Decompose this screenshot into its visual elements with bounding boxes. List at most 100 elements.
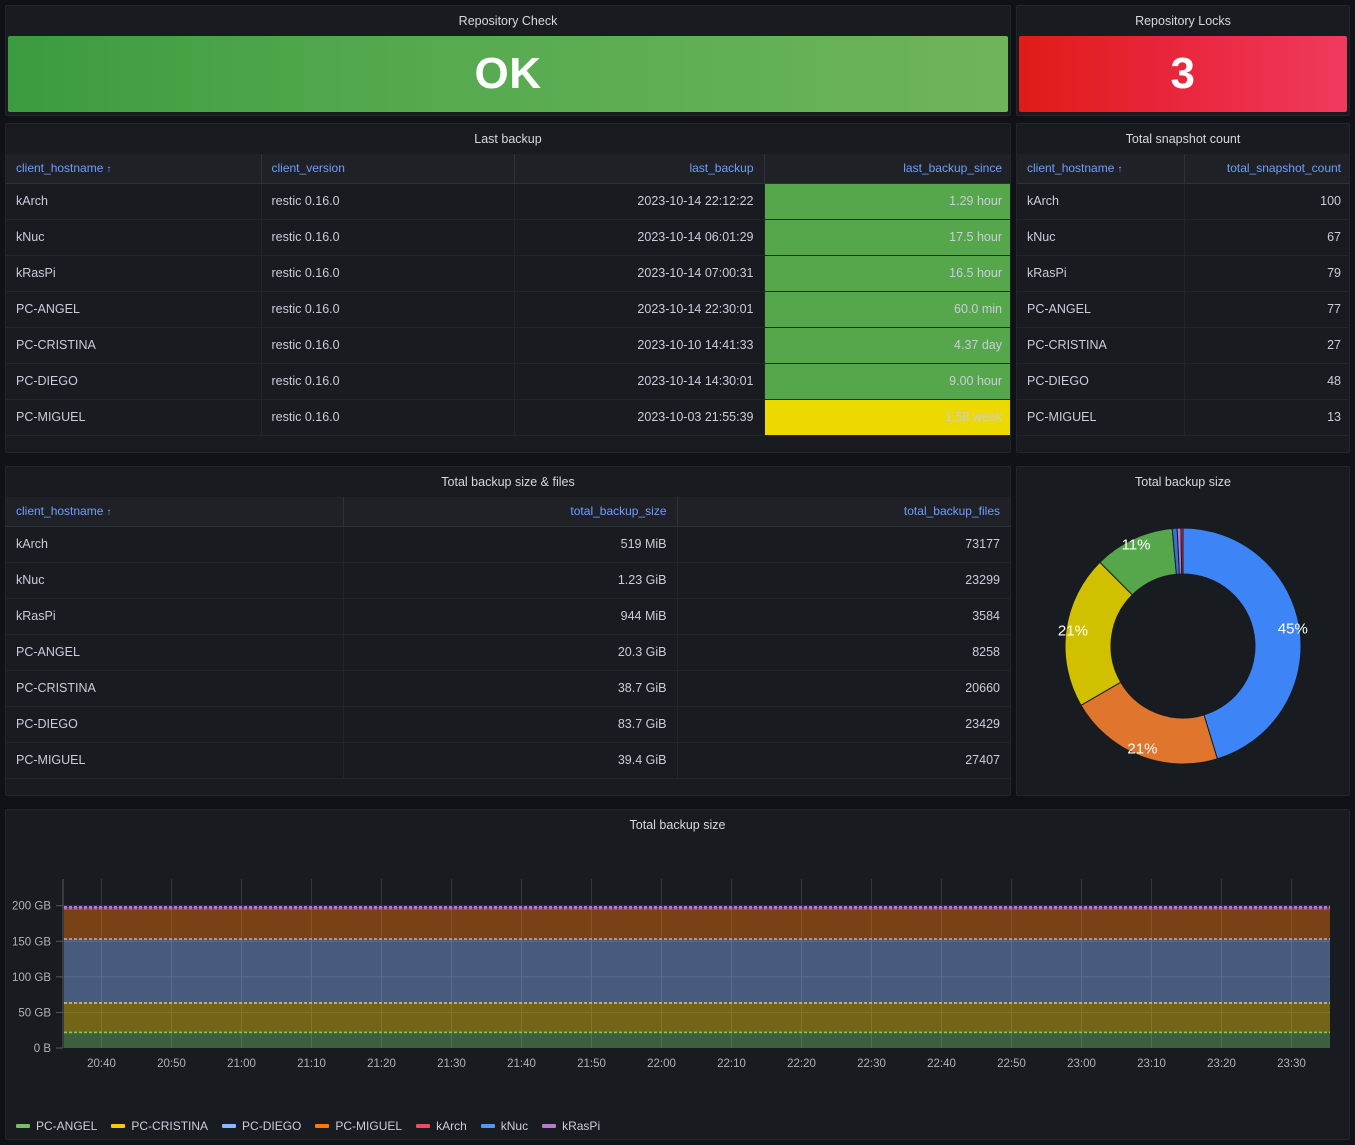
cell-client-version: restic 0.16.0 <box>261 219 515 256</box>
cell-total-backup-size: 38.7 GiB <box>343 670 678 707</box>
table-row: PC-CRISTINA 27 <box>1017 327 1349 364</box>
donut-label-pc-angel: 11% <box>1122 536 1151 553</box>
cell-last-backup: 2023-10-14 06:01:29 <box>514 219 765 256</box>
panel-total-backup-size-timeseries[interactable]: Total backup size 20:40 20:50 21:00 21:10 21… <box>5 809 1350 1140</box>
y-axis-tick-label: 150 GB <box>12 936 51 948</box>
legend-item-karch[interactable]: kArch <box>416 1119 467 1133</box>
cell-total-snapshot-count: 77 <box>1184 291 1349 328</box>
repository-check-stat[interactable]: OK <box>8 36 1008 112</box>
total-backup-size-stacked-area-chart[interactable]: 20:40 20:50 21:00 21:10 21:20 21:30 21:40 21:50… <box>6 840 1349 1108</box>
donut-chart-container: 45% 21% 21% 11% <box>1017 497 1349 795</box>
panel-title-repository-check: Repository Check <box>458 14 558 28</box>
x-axis-tick-label: 23:10 <box>1137 1058 1166 1070</box>
grafana-dashboard: Repository Check OK Repository Locks 3 L… <box>0 0 1355 1145</box>
table-row: kNuc 1.23 GiB 23299 <box>6 562 1010 599</box>
column-header-client-hostname[interactable]: client_hostname ↑ <box>6 497 344 527</box>
cell-client-hostname: PC-DIEGO <box>6 706 344 743</box>
panel-total-backup-size-files[interactable]: Total backup size & files client_hostnam… <box>5 466 1011 796</box>
timeseries-legend: PC-ANGEL PC-CRISTINA PC-DIEGO PC-MIGUEL kArc… <box>16 1119 614 1133</box>
legend-item-pc-cristina[interactable]: PC-CRISTINA <box>111 1119 208 1133</box>
column-header-last-backup-since[interactable]: last_backup_since <box>764 154 1010 184</box>
table-row: PC-CRISTINA 38.7 GiB 20660 <box>6 670 1010 707</box>
table-row: PC-MIGUEL 13 <box>1017 399 1349 436</box>
cell-client-hostname: PC-ANGEL <box>1017 291 1185 328</box>
legend-label: PC-DIEGO <box>242 1119 302 1133</box>
legend-item-kraspi[interactable]: kRasPi <box>542 1119 600 1133</box>
column-label: client_hostname <box>1027 161 1115 176</box>
x-axis-tick-label: 20:50 <box>157 1058 186 1070</box>
table-row: PC-DIEGO 48 <box>1017 363 1349 400</box>
cell-last-backup: 2023-10-14 14:30:01 <box>514 363 765 400</box>
last-backup-table: client_hostname ↑ client_version last_bac… <box>6 154 1010 452</box>
x-axis-tick-label: 20:40 <box>87 1058 116 1070</box>
panel-title-repository-locks: Repository Locks <box>1135 14 1231 28</box>
legend-label: kArch <box>436 1119 467 1133</box>
cell-last-backup-since: 9.00 hour <box>764 363 1010 400</box>
cell-client-hostname: PC-CRISTINA <box>6 670 344 707</box>
panel-total-snapshot-count[interactable]: Total snapshot count client_hostname ↑ to… <box>1016 123 1350 453</box>
cell-total-backup-size: 519 MiB <box>343 526 678 563</box>
backup-size-files-table: client_hostname ↑ total_backup_size total… <box>6 497 1010 795</box>
x-axis-tick-label: 23:20 <box>1207 1058 1236 1070</box>
legend-swatch-icon <box>416 1124 431 1128</box>
table-header-row: client_hostname ↑ total_backup_size total… <box>6 497 1010 527</box>
x-axis-tick-label: 22:00 <box>647 1058 676 1070</box>
panel-repository-locks[interactable]: Repository Locks 3 <box>1016 5 1350 116</box>
cell-total-backup-files: 23299 <box>677 562 1010 599</box>
column-header-client-hostname[interactable]: client_hostname ↑ <box>6 154 262 184</box>
column-header-total-backup-files[interactable]: total_backup_files <box>677 497 1010 527</box>
x-axis-tick-label: 22:20 <box>787 1058 816 1070</box>
cell-client-hostname: kArch <box>6 526 344 563</box>
legend-label: PC-CRISTINA <box>131 1119 209 1133</box>
legend-swatch-icon <box>222 1124 237 1128</box>
cell-client-hostname: kRasPi <box>6 598 344 635</box>
table-row: PC-DIEGO restic 0.16.0 2023-10-14 14:30:… <box>6 363 1010 400</box>
cell-total-snapshot-count: 67 <box>1184 219 1349 256</box>
panel-total-backup-size-pie[interactable]: Total backup size 45% 21% 21% 11% <box>1016 466 1350 796</box>
cell-client-hostname: kNuc <box>1017 219 1185 256</box>
cell-last-backup: 2023-10-14 22:30:01 <box>514 291 765 328</box>
legend-item-knuc[interactable]: kNuc <box>480 1119 528 1133</box>
sort-ascending-icon: ↑ <box>106 507 112 519</box>
repository-locks-stat[interactable]: 3 <box>1019 36 1347 112</box>
area-band-pc-diego <box>64 938 1330 1003</box>
panel-title-total-snapshot-count: Total snapshot count <box>1125 132 1241 146</box>
legend-label: kRasPi <box>562 1119 601 1133</box>
cell-last-backup-since: 1.29 hour <box>764 183 1010 220</box>
donut-slice-karch[interactable] <box>1180 527 1184 575</box>
x-axis-tick-label: 21:50 <box>577 1058 606 1070</box>
cell-total-snapshot-count: 48 <box>1184 363 1349 400</box>
cell-client-hostname: PC-MIGUEL <box>1017 399 1185 436</box>
column-header-client-hostname[interactable]: client_hostname ↑ <box>1017 154 1185 184</box>
sort-ascending-icon: ↑ <box>1117 164 1123 176</box>
cell-client-version: restic 0.16.0 <box>261 399 515 436</box>
y-axis-tick-label: 0 B <box>34 1043 52 1055</box>
table-row: kArch 519 MiB 73177 <box>6 526 1010 563</box>
y-axis-tick-label: 50 GB <box>18 1007 51 1019</box>
table-header-row: client_hostname ↑ client_version last_bac… <box>6 154 1010 184</box>
legend-item-pc-miguel[interactable]: PC-MIGUEL <box>315 1119 402 1133</box>
cell-client-hostname: PC-CRISTINA <box>6 327 262 364</box>
column-header-total-backup-size[interactable]: total_backup_size <box>343 497 678 527</box>
cell-client-hostname: kNuc <box>6 562 344 599</box>
panel-last-backup[interactable]: Last backup client_hostname ↑ client_vers… <box>5 123 1011 453</box>
legend-swatch-icon <box>542 1124 557 1128</box>
legend-item-pc-angel[interactable]: PC-ANGEL <box>16 1119 97 1133</box>
column-header-client-version[interactable]: client_version <box>261 154 515 184</box>
donut-label-pc-cristina: 21% <box>1058 622 1088 639</box>
panel-repository-check[interactable]: Repository Check OK <box>5 5 1011 116</box>
x-axis-tick-label: 22:40 <box>927 1058 956 1070</box>
cell-last-backup-since: 60.0 min <box>764 291 1010 328</box>
table-row: PC-CRISTINA restic 0.16.0 2023-10-10 14:… <box>6 327 1010 364</box>
cell-client-version: restic 0.16.0 <box>261 327 515 364</box>
table-row: kNuc 67 <box>1017 219 1349 256</box>
column-header-last-backup[interactable]: last_backup <box>514 154 765 184</box>
cell-total-backup-files: 27407 <box>677 742 1010 779</box>
column-header-total-snapshot-count[interactable]: total_snapshot_count <box>1184 154 1349 184</box>
total-backup-size-donut[interactable]: 45% 21% 21% 11% <box>1043 506 1323 786</box>
x-axis-tick-label: 22:30 <box>857 1058 886 1070</box>
cell-client-hostname: PC-MIGUEL <box>6 742 344 779</box>
y-axis-tick-label: 100 GB <box>12 972 51 984</box>
cell-client-version: restic 0.16.0 <box>261 363 515 400</box>
legend-item-pc-diego[interactable]: PC-DIEGO <box>222 1119 301 1133</box>
